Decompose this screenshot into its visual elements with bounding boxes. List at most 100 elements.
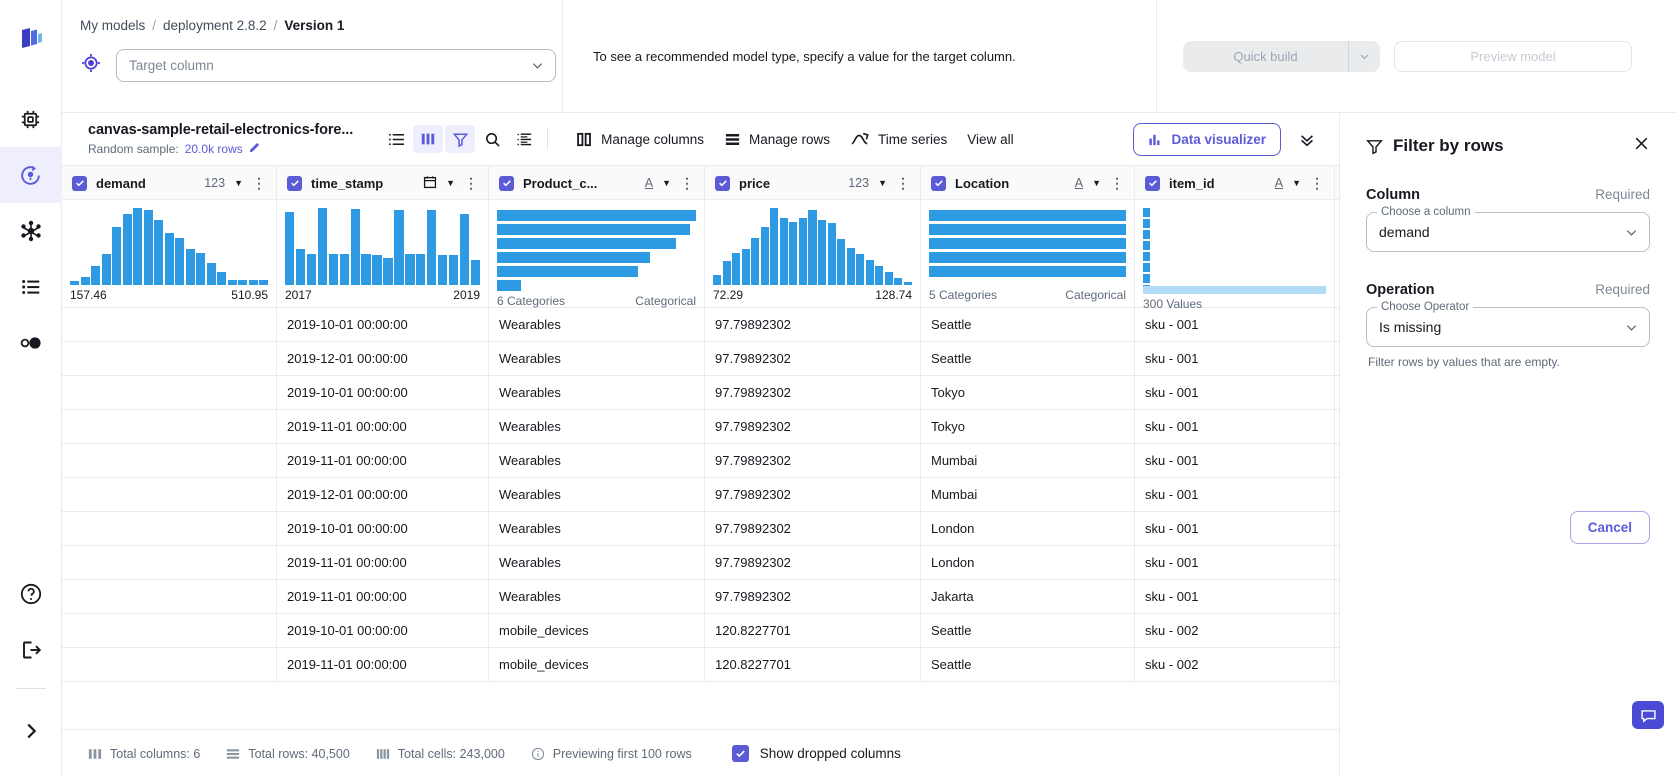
breadcrumb-my-models[interactable]: My models: [80, 18, 145, 33]
column-header-time_stamp[interactable]: time_stamp ▼ ⋮: [277, 166, 489, 200]
histogram-bar: [799, 218, 807, 285]
manage-columns-button[interactable]: Manage columns: [576, 131, 704, 148]
column-menu-icon[interactable]: ⋮: [1310, 176, 1324, 190]
filter-icon[interactable]: [445, 125, 475, 153]
total-rows-stat: Total rows: 40,500: [226, 747, 349, 761]
column-checkbox[interactable]: [1145, 176, 1160, 191]
expand-rail-icon[interactable]: [0, 703, 62, 759]
table-row[interactable]: 2019-11-01 00:00:00Wearables97.79892302T…: [62, 410, 1339, 444]
column-header-product-category[interactable]: Product_c... A ▼ ⋮: [489, 166, 705, 200]
sidebar-item-my-models[interactable]: [0, 147, 62, 203]
column-chart-demand: 157.46 510.95: [62, 200, 277, 307]
histogram-bar: [761, 227, 769, 285]
table-row[interactable]: 2019-11-01 00:00:00mobile_devices120.822…: [62, 648, 1339, 682]
table-row[interactable]: 2019-12-01 00:00:00Wearables97.79892302M…: [62, 478, 1339, 512]
table-cell: Wearables: [489, 342, 705, 375]
manage-rows-button[interactable]: Manage rows: [724, 131, 830, 148]
time-series-button[interactable]: Time series: [850, 131, 947, 148]
table-row[interactable]: 2019-10-01 00:00:00Wearables97.79892302T…: [62, 376, 1339, 410]
preview-model-button[interactable]: Preview model: [1394, 41, 1632, 72]
choose-column-select[interactable]: Choose a column demand: [1366, 212, 1650, 252]
value-tick: [1143, 252, 1150, 261]
sidebar-item-chip[interactable]: [0, 91, 62, 147]
sample-rows-link[interactable]: 20.0k rows: [185, 142, 243, 156]
chevron-down-icon[interactable]: ▼: [878, 178, 887, 188]
column-header-demand[interactable]: demand 123 ▼ ⋮: [62, 166, 277, 200]
chevron-down-icon[interactable]: ▼: [662, 178, 671, 188]
columns-view-icon[interactable]: [413, 125, 443, 153]
chevron-down-icon[interactable]: ▼: [446, 178, 455, 188]
table-cell: mobile_devices: [489, 648, 705, 681]
column-checkbox[interactable]: [715, 176, 730, 191]
table-row[interactable]: 2019-11-01 00:00:00Wearables97.79892302J…: [62, 580, 1339, 614]
column-header-location[interactable]: Location A ▼ ⋮: [921, 166, 1135, 200]
show-dropped-columns-toggle[interactable]: Show dropped columns: [732, 745, 901, 762]
data-visualizer-button[interactable]: Data visualizer: [1133, 123, 1281, 156]
table-row[interactable]: 2019-11-01 00:00:00Wearables97.79892302M…: [62, 444, 1339, 478]
signout-icon[interactable]: [0, 622, 62, 678]
column-header-item_id[interactable]: item_id A ▼ ⋮: [1135, 166, 1335, 200]
column-section-label: Column: [1366, 187, 1420, 203]
quick-build-dropdown-toggle[interactable]: [1348, 41, 1380, 72]
histogram-bar: [196, 253, 205, 285]
histogram-bar: [154, 220, 163, 285]
rail-bottom-group: [0, 566, 62, 777]
target-column-select[interactable]: Target column: [116, 49, 556, 82]
column-menu-icon[interactable]: ⋮: [896, 176, 910, 190]
collapse-toolbar-icon[interactable]: [1291, 123, 1323, 155]
chevron-down-icon[interactable]: ▼: [234, 178, 243, 188]
table-row[interactable]: 2019-10-01 00:00:00Wearables97.79892302L…: [62, 512, 1339, 546]
chat-support-icon[interactable]: [1632, 701, 1664, 729]
rows-view-icon[interactable]: [381, 125, 411, 153]
histogram-bar: [751, 238, 759, 285]
sidebar-item-nodes[interactable]: [0, 203, 62, 259]
column-menu-icon[interactable]: ⋮: [252, 176, 266, 190]
grid-body: 2019-10-01 00:00:00Wearables97.79892302S…: [62, 308, 1339, 729]
histogram-bar: [144, 210, 153, 285]
breadcrumb-deployment[interactable]: deployment 2.8.2: [163, 18, 267, 33]
choose-operator-select[interactable]: Choose Operator Is missing: [1366, 307, 1650, 347]
quick-build-button[interactable]: Quick build: [1183, 41, 1348, 72]
table-cell: 2019-10-01 00:00:00: [277, 308, 489, 341]
close-icon[interactable]: [1633, 135, 1650, 157]
chevron-down-icon[interactable]: ▼: [1292, 178, 1301, 188]
show-dropped-checkbox[interactable]: [732, 745, 749, 762]
column-chart-time_stamp: 2017 2019: [277, 200, 489, 307]
column-menu-icon[interactable]: ⋮: [680, 176, 694, 190]
axis-min: 2017: [285, 288, 312, 302]
summary-icon[interactable]: [509, 125, 539, 153]
column-checkbox[interactable]: [287, 176, 302, 191]
column-name: demand: [96, 176, 195, 191]
sidebar-item-list[interactable]: [0, 259, 62, 315]
table-row[interactable]: 2019-11-01 00:00:00Wearables97.79892302L…: [62, 546, 1339, 580]
table-row[interactable]: 2019-10-01 00:00:00mobile_devices120.822…: [62, 614, 1339, 648]
histogram-bar: [818, 220, 826, 285]
column-header-price[interactable]: price 123 ▼ ⋮: [705, 166, 921, 200]
help-icon[interactable]: [0, 566, 62, 622]
table-row[interactable]: 2019-12-01 00:00:00Wearables97.79892302S…: [62, 342, 1339, 376]
column-checkbox[interactable]: [499, 176, 514, 191]
column-checkbox[interactable]: [72, 176, 87, 191]
histogram-bar: [383, 258, 392, 285]
table-cell: 2019-10-01 00:00:00: [277, 376, 489, 409]
cancel-button[interactable]: Cancel: [1570, 511, 1650, 544]
view-all-button[interactable]: View all: [967, 132, 1013, 147]
histogram-bar: [742, 249, 750, 285]
table-cell: Seattle: [921, 648, 1135, 681]
sample-label: Random sample:: [88, 142, 179, 156]
edit-pencil-icon[interactable]: [249, 141, 261, 156]
column-menu-icon[interactable]: ⋮: [1110, 176, 1124, 190]
panel-title-text: Filter by rows: [1393, 136, 1504, 156]
column-menu-icon[interactable]: ⋮: [464, 176, 478, 190]
sidebar-item-datasets[interactable]: [0, 315, 62, 371]
category-bar: [929, 210, 1126, 221]
histogram-bar: [847, 248, 855, 285]
histogram-bar: [789, 222, 797, 285]
search-icon[interactable]: [477, 125, 507, 153]
breadcrumb-current: Version 1: [284, 18, 344, 33]
column-type: A: [1075, 176, 1083, 190]
table-cell: Seattle: [921, 342, 1135, 375]
column-checkbox[interactable]: [931, 176, 946, 191]
table-row[interactable]: 2019-10-01 00:00:00Wearables97.79892302S…: [62, 308, 1339, 342]
chevron-down-icon[interactable]: ▼: [1092, 178, 1101, 188]
